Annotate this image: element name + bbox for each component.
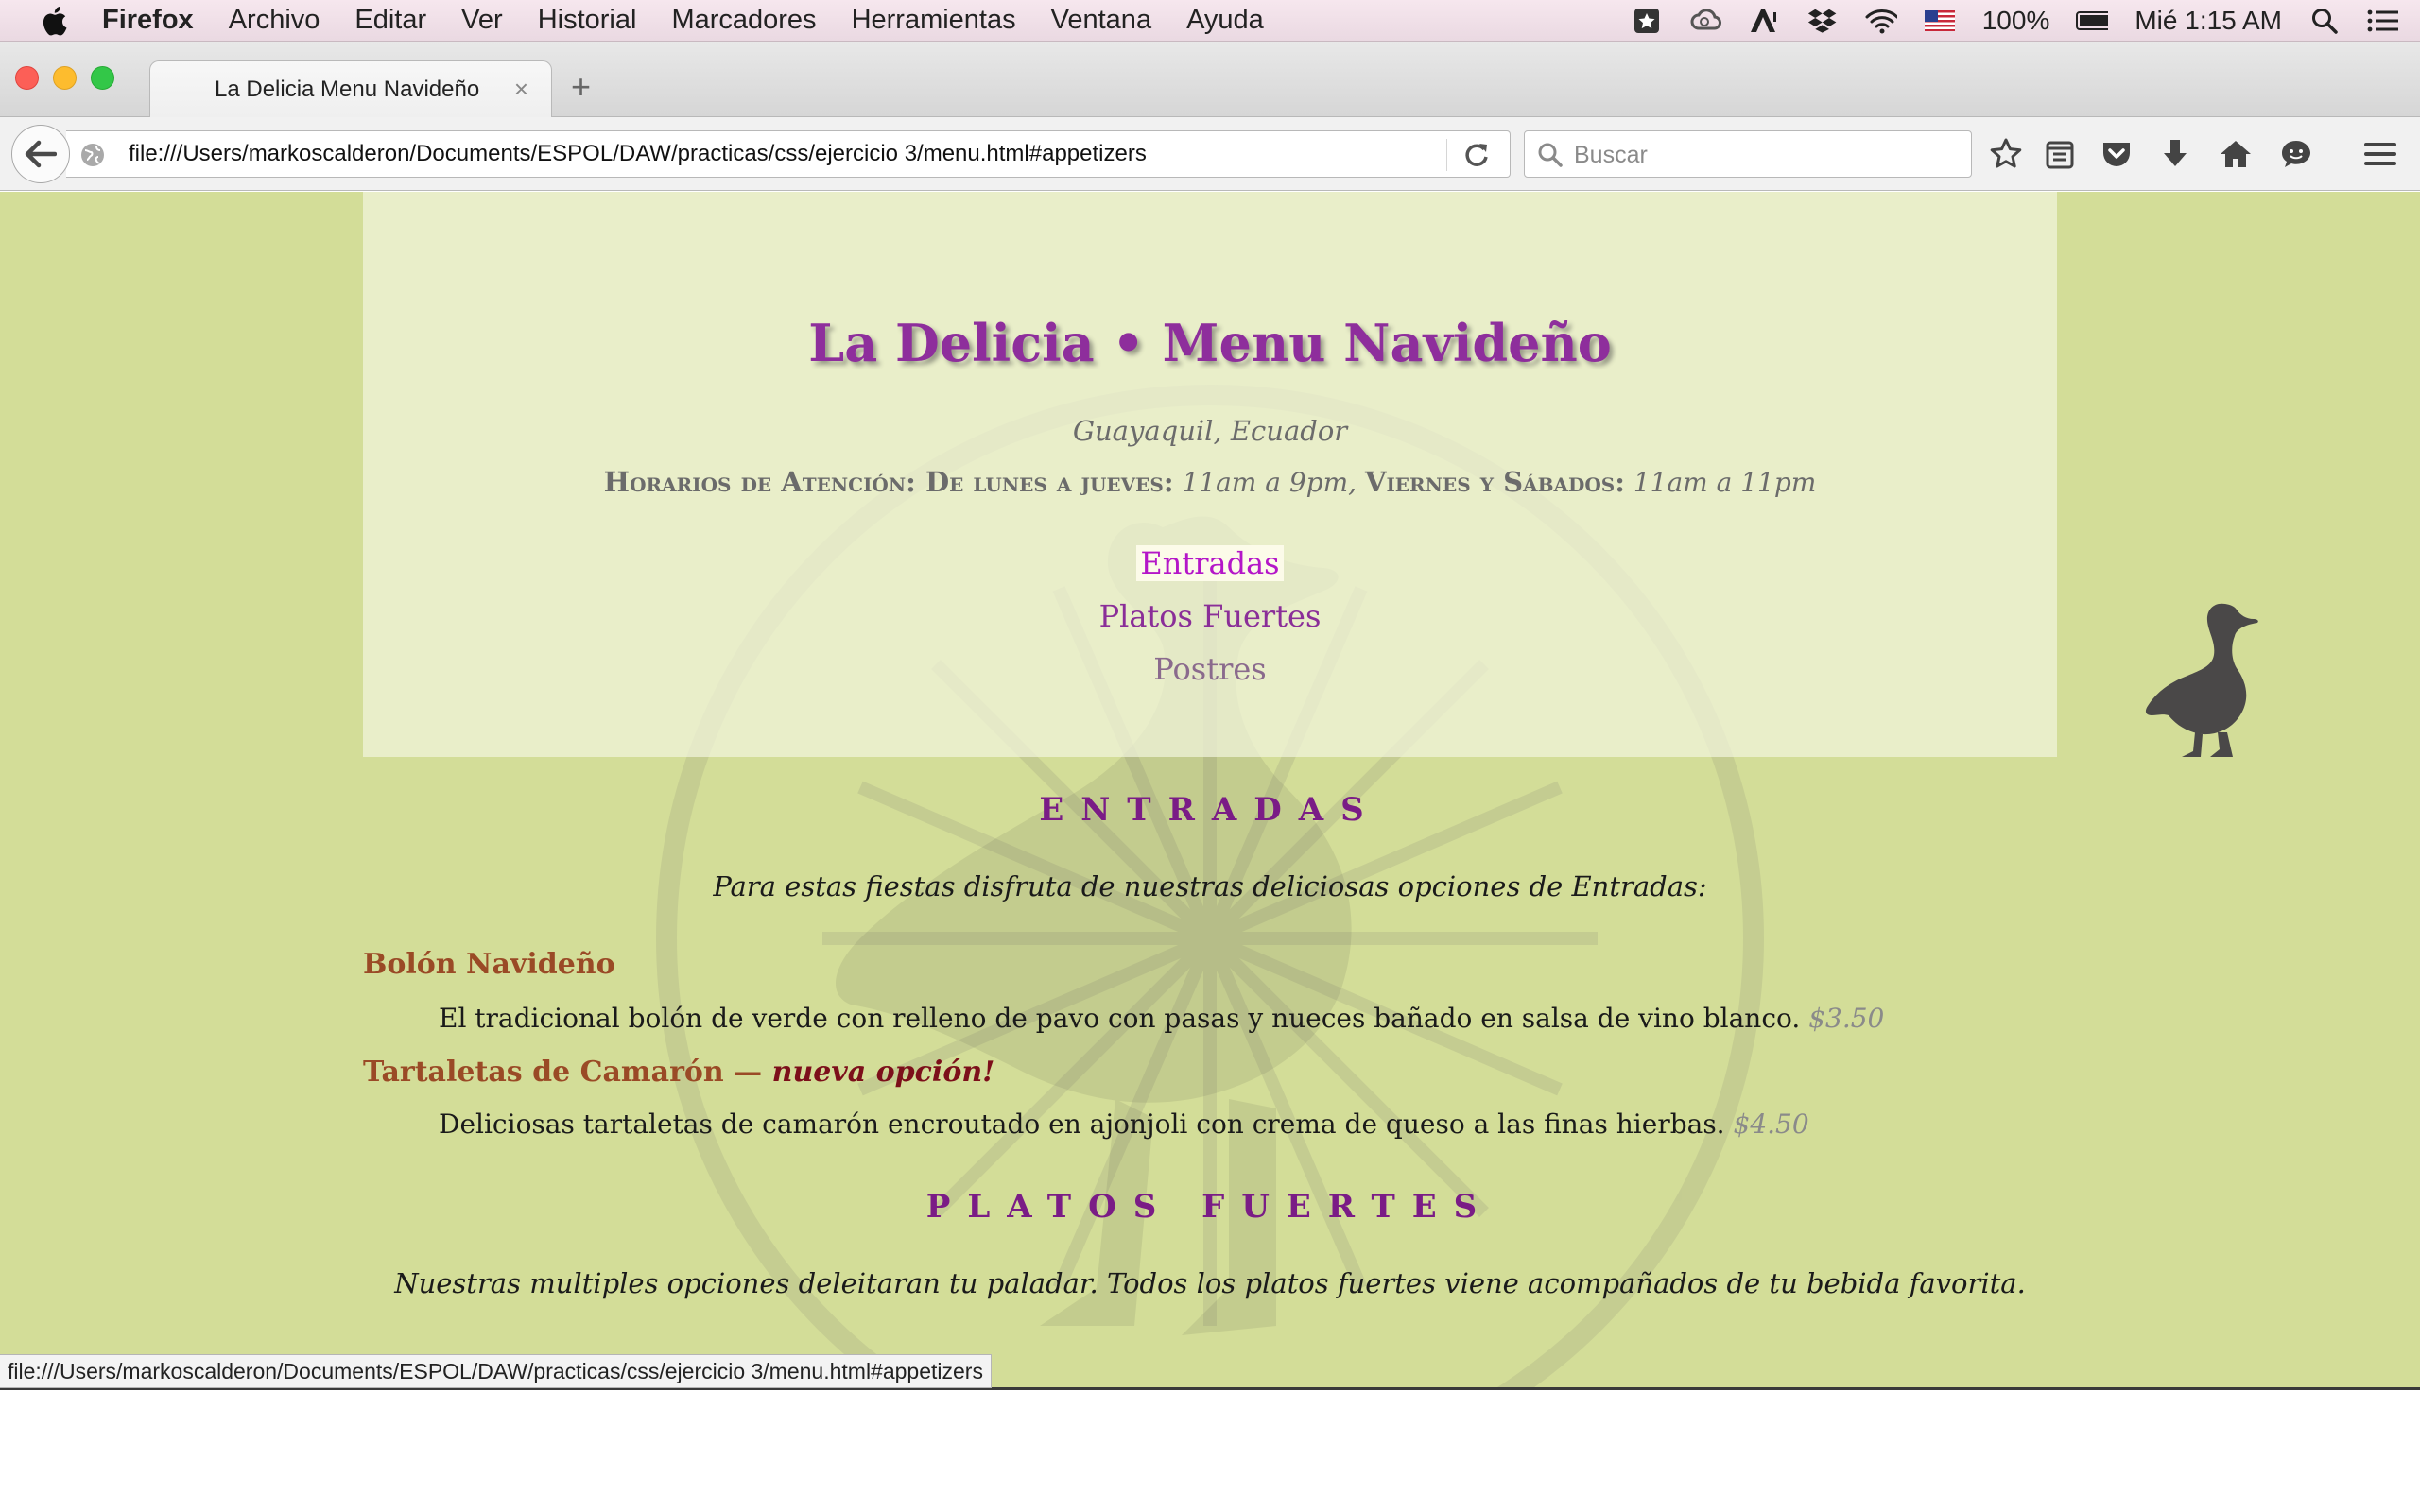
page-header: La Delicia • Menu Navideño Guayaquil, Ec… xyxy=(363,192,2258,757)
dish-name: Tartaletas de Camarón — nueva opción! xyxy=(363,1056,994,1089)
menu-ayuda[interactable]: Ayuda xyxy=(1186,5,1264,36)
page-title: La Delicia • Menu Navideño xyxy=(808,313,1612,373)
back-arrow-icon xyxy=(25,140,57,168)
dish-description: Deliciosas tartaletas de camarón encrout… xyxy=(439,1108,1809,1140)
tab-menu-page[interactable]: La Delicia Menu Navideño × xyxy=(149,60,552,117)
back-button[interactable] xyxy=(11,125,70,183)
navigation-toolbar: file:///Users/markoscalderon/Documents/E… xyxy=(0,117,2420,191)
url-divider xyxy=(1446,139,1447,171)
creative-cloud-icon[interactable] xyxy=(1689,6,1721,36)
dish-price: $4.50 xyxy=(1733,1108,1809,1140)
dish-description: El tradicional bolón de verde con rellen… xyxy=(439,1003,1884,1034)
globe-icon xyxy=(81,144,104,166)
page-viewport: La Delicia • Menu Navideño Guayaquil, Ec… xyxy=(0,192,2420,1390)
bookmark-app-icon[interactable] xyxy=(1631,6,1663,36)
dish-description-text: Deliciosas tartaletas de camarón encrout… xyxy=(439,1108,1725,1140)
hamburger-menu-icon[interactable] xyxy=(2360,134,2400,174)
hours-weekend-time: 11am a 11pm xyxy=(1633,467,1817,498)
menu-clock[interactable]: Mié 1:15 AM xyxy=(2135,6,2282,36)
menu-marcadores[interactable]: Marcadores xyxy=(671,5,816,36)
menu-app-name[interactable]: Firefox xyxy=(102,5,194,36)
dish-description-text: El tradicional bolón de verde con rellen… xyxy=(439,1003,1801,1034)
dish-title: Bolón Navideño xyxy=(363,948,615,981)
tab-strip: La Delicia Menu Navideño × + xyxy=(0,42,2420,117)
nav-link-postres[interactable]: Postres xyxy=(363,651,2057,687)
search-icon xyxy=(1538,143,1563,167)
tab-close-icon[interactable]: × xyxy=(514,75,528,104)
hello-chat-icon[interactable] xyxy=(2276,134,2316,174)
section-intro-platos-fuertes: Nuestras multiples opciones deleitaran t… xyxy=(394,1267,2026,1299)
url-bar[interactable]: file:///Users/markoscalderon/Documents/E… xyxy=(66,130,1511,178)
section-heading-platos-fuertes: PLATOS FUERTES xyxy=(925,1188,1495,1226)
wifi-icon[interactable] xyxy=(1865,6,1897,36)
home-icon[interactable] xyxy=(2216,134,2256,174)
window-zoom-button[interactable] xyxy=(91,66,114,90)
new-tab-button[interactable]: + xyxy=(571,70,591,104)
section-intro-entradas: Para estas fiestas disfruta de nuestras … xyxy=(713,870,1707,902)
tab-title: La Delicia Menu Navideño xyxy=(215,76,480,102)
menu-ver[interactable]: Ver xyxy=(461,5,503,36)
search-bar[interactable]: Buscar xyxy=(1524,130,1972,178)
downloads-icon[interactable] xyxy=(2155,134,2195,174)
menu-ventana[interactable]: Ventana xyxy=(1051,5,1151,36)
hours-weekend-label: Viernes y Sábados: xyxy=(1364,466,1625,498)
battery-icon[interactable] xyxy=(2076,6,2109,36)
macos-menu-bar: Firefox Archivo Editar Ver Historial Mar… xyxy=(0,0,2420,42)
url-text[interactable]: file:///Users/markoscalderon/Documents/E… xyxy=(129,141,1147,167)
menu-historial[interactable]: Historial xyxy=(538,5,637,36)
dish-price: $3.50 xyxy=(1808,1003,1885,1034)
us-flag-icon[interactable] xyxy=(1924,6,1956,36)
menu-editar[interactable]: Editar xyxy=(354,5,426,36)
hours-weekday-time: 11am a 9pm, xyxy=(1182,467,1357,498)
notification-center-icon[interactable] xyxy=(2367,6,2399,36)
dish-name: Bolón Navideño xyxy=(363,948,615,981)
menu-herramientas[interactable]: Herramientas xyxy=(852,5,1016,36)
opening-hours: Horarios de Atención: De lunes a jueves:… xyxy=(363,466,2057,498)
location-text: Guayaquil, Ecuador xyxy=(1072,415,1348,447)
pocket-icon[interactable] xyxy=(2097,134,2136,174)
dropbox-icon[interactable] xyxy=(1806,6,1839,36)
window-minimize-button[interactable] xyxy=(53,66,77,90)
new-option-badge: nueva opción! xyxy=(771,1056,995,1089)
section-heading-entradas: ENTRADAS xyxy=(1039,791,1381,829)
spotlight-search-icon[interactable] xyxy=(2308,6,2341,36)
link-status-bar: file:///Users/markoscalderon/Documents/E… xyxy=(0,1354,992,1388)
reading-list-icon[interactable] xyxy=(2040,134,2080,174)
battery-percent: 100% xyxy=(1981,6,2050,35)
menu-archivo[interactable]: Archivo xyxy=(229,5,320,36)
adobe-acrobat-icon[interactable] xyxy=(1748,6,1780,36)
window-close-button[interactable] xyxy=(15,66,39,90)
search-placeholder: Buscar xyxy=(1574,142,1648,168)
nav-entradas-row: Entradas xyxy=(363,545,2057,581)
reload-icon[interactable] xyxy=(1461,141,1492,169)
nav-link-platos-fuertes[interactable]: Platos Fuertes xyxy=(363,598,2057,634)
dish-title: Tartaletas de Camarón — xyxy=(363,1056,763,1089)
goose-icon xyxy=(2145,603,2258,757)
apple-icon[interactable] xyxy=(38,5,70,37)
bookmark-star-icon[interactable] xyxy=(1986,134,2026,174)
nav-link-entradas[interactable]: Entradas xyxy=(1136,545,1284,581)
hours-weekday-label: Horarios de Atención: De lunes a jueves: xyxy=(603,466,1174,498)
